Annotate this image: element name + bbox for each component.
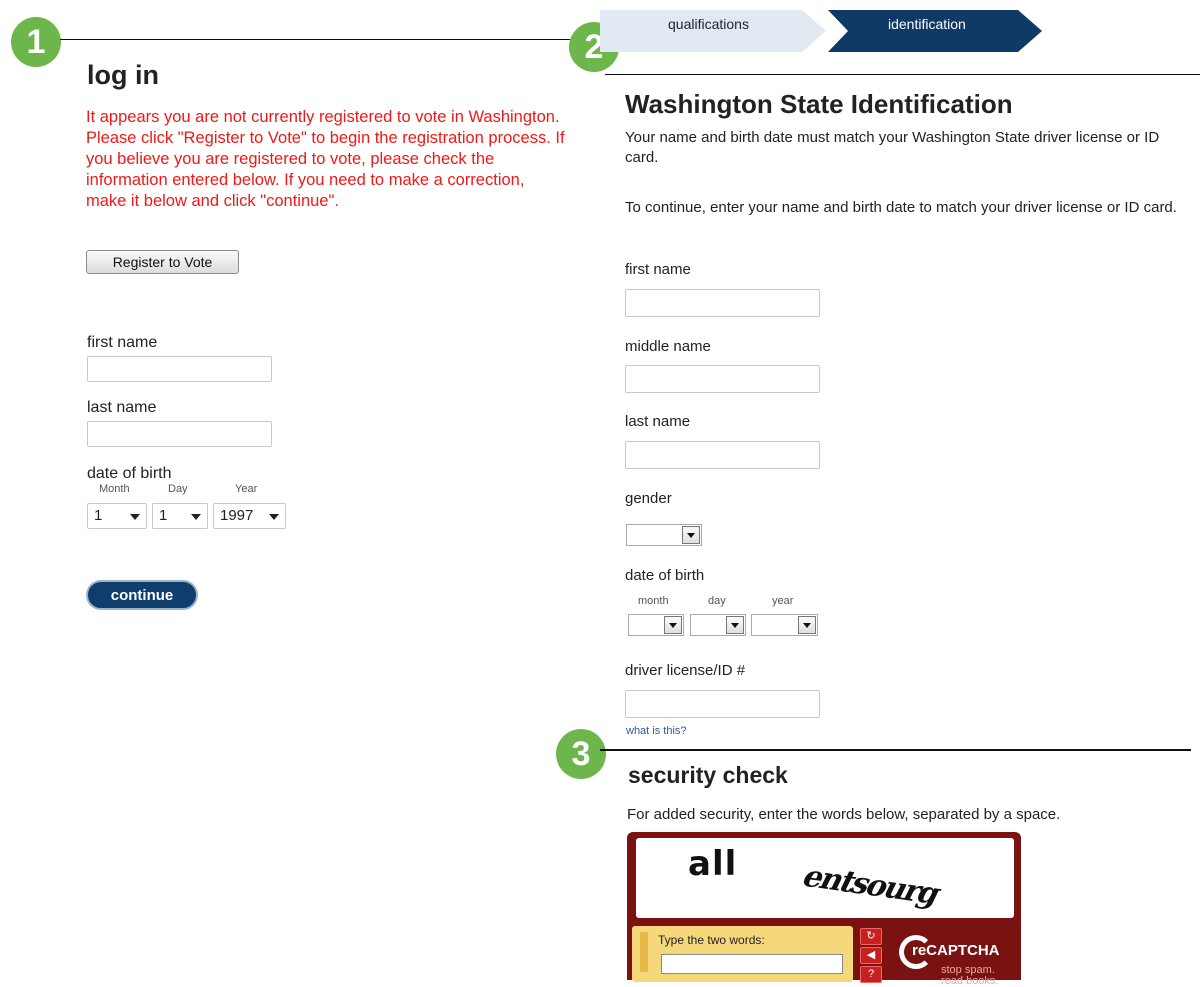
dob-year-select[interactable] (751, 614, 818, 636)
identification-title: Washington State Identification (625, 89, 1013, 119)
login-dob-label: date of birth (87, 465, 172, 482)
chevron-down-icon (130, 514, 140, 520)
dob-day-select[interactable] (690, 614, 746, 636)
login-title: log in (87, 60, 159, 90)
captcha-controls: ↻ ◀ ? (860, 928, 882, 985)
chevron-down-icon (664, 616, 682, 634)
tab-identification-label[interactable]: identification (888, 16, 966, 32)
captcha-word-2: entsourg (796, 859, 946, 912)
login-year-select[interactable]: 1997 (213, 503, 286, 529)
middle-name-label: middle name (625, 338, 711, 355)
arrow-right-icon (640, 932, 648, 972)
not-registered-message: It appears you are not currently registe… (86, 108, 565, 210)
login-month-label: Month (99, 483, 130, 495)
login-day-value: 1 (159, 507, 168, 524)
first-name-input[interactable] (625, 289, 820, 317)
security-divider (600, 749, 1191, 751)
continue-button[interactable]: continue (86, 580, 198, 610)
captcha-response-input[interactable] (661, 954, 843, 974)
dob-day-label: day (708, 595, 726, 607)
login-year-label: Year (235, 483, 258, 495)
captcha-type-label: Type the two words: (658, 933, 765, 947)
dob-month-select[interactable] (628, 614, 684, 636)
chevron-down-icon (682, 526, 700, 544)
login-first-name-input[interactable] (87, 356, 272, 382)
login-month-select[interactable]: 1 (87, 503, 147, 529)
dob-year-label: year (772, 595, 794, 607)
captcha-input-area: Type the two words: (632, 926, 853, 982)
login-day-select[interactable]: 1 (152, 503, 208, 529)
dob-month-label: month (638, 595, 669, 607)
recaptcha-widget: all entsourg Type the two words: ↻ ◀ ? r… (627, 832, 1021, 987)
audio-icon[interactable]: ◀ (860, 947, 882, 964)
recaptcha-logo-text: reCAPTCHA (912, 942, 1000, 959)
step-3-badge: 3 (556, 729, 606, 779)
identification-instruction: To continue, enter your name and birth d… (625, 199, 1177, 216)
recaptcha-tagline: stop spam. read books. (941, 965, 998, 987)
what-is-this-link[interactable]: what is this? (626, 725, 687, 737)
login-first-name-label: first name (87, 334, 158, 351)
captcha-word-1: all (688, 844, 738, 884)
middle-name-input[interactable] (625, 365, 820, 393)
recaptcha-tagline-2: read books. (941, 975, 999, 987)
identification-dob-label: date of birth (625, 567, 705, 584)
login-divider (60, 39, 570, 40)
security-instruction: For added security, enter the words belo… (627, 806, 1061, 823)
security-check-title: security check (628, 762, 788, 788)
login-last-name-label: last name (87, 399, 157, 416)
last-name-label: last name (625, 413, 691, 430)
login-year-value: 1997 (220, 507, 254, 524)
last-name-input[interactable] (625, 441, 820, 469)
login-last-name-input[interactable] (87, 421, 272, 447)
chevron-down-icon (726, 616, 744, 634)
login-month-value: 1 (94, 507, 103, 524)
captcha-image: all entsourg (636, 838, 1014, 918)
license-label: driver license/ID # (625, 662, 746, 679)
help-icon[interactable]: ? (860, 966, 882, 983)
chevron-down-icon (798, 616, 816, 634)
chevron-down-icon (269, 514, 279, 520)
tab-qualifications-label[interactable]: qualifications (668, 16, 749, 32)
chevron-down-icon (191, 514, 201, 520)
refresh-icon[interactable]: ↻ (860, 928, 882, 945)
register-to-vote-button[interactable]: Register to Vote (86, 250, 239, 274)
first-name-label: first name (625, 261, 691, 278)
gender-label: gender (625, 490, 672, 507)
identification-intro: Your name and birth date must match your… (625, 129, 1160, 166)
license-input[interactable] (625, 690, 820, 718)
identification-divider (605, 74, 1200, 75)
gender-select[interactable] (626, 524, 702, 546)
step-1-badge: 1 (11, 17, 61, 67)
login-day-label: Day (168, 483, 188, 495)
